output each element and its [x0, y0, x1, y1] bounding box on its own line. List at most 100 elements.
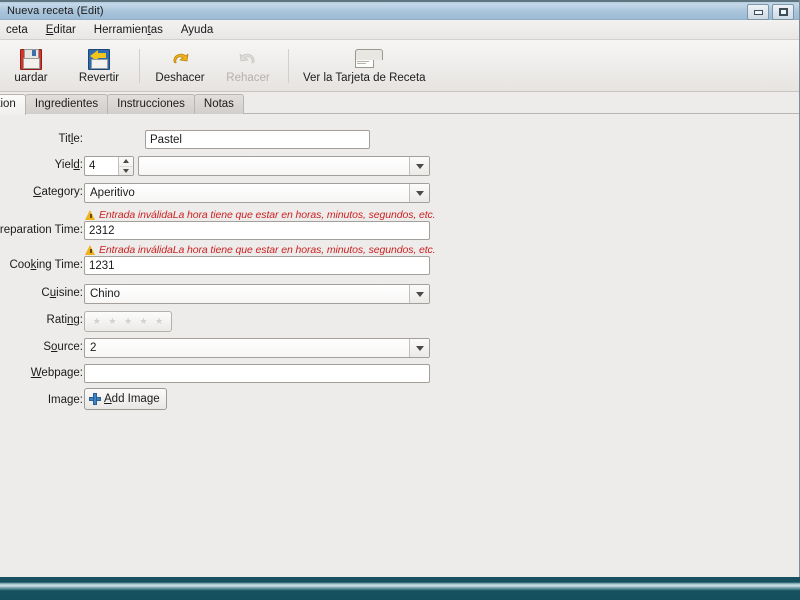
add-image-label: Add Image: [104, 393, 160, 405]
rating-label-wrap: Rating:: [0, 314, 83, 326]
cuisine-label: Cuisine:: [41, 287, 83, 299]
cooking-time-label-wrap: Cooking Time:: [0, 259, 83, 271]
chevron-down-icon: [415, 291, 424, 297]
undo-icon: [169, 48, 191, 70]
recipe-card-icon: [353, 48, 384, 70]
warning-icon: [85, 210, 96, 220]
menubar: ceta Editar Herramientas Ayuda: [0, 20, 799, 40]
cooking-time-input[interactable]: [84, 256, 430, 275]
yield-unit-dropdown-button[interactable]: [409, 157, 429, 175]
rating-star-1[interactable]: ★: [93, 317, 101, 326]
desktop-taskbar-strip: [0, 577, 800, 600]
save-icon: [20, 48, 42, 70]
yield-label-wrap: Yield:: [0, 159, 83, 171]
webpage-label-wrap: Webpage:: [0, 367, 83, 379]
preparation-time-label-wrap: Preparation Time:: [0, 224, 83, 236]
source-value: 2: [90, 342, 97, 354]
tab-strip: scription Ingredientes Instrucciones Not…: [0, 92, 799, 115]
recipe-editor-window: Nueva receta (Edit) ceta Editar Herramie…: [0, 0, 800, 578]
category-label-wrap: Category:: [0, 186, 83, 198]
webpage-label: Webpage:: [30, 367, 83, 379]
toolbar-redo-label: Rehacer: [226, 71, 270, 84]
image-label: Image:: [47, 394, 83, 406]
window-controls: [747, 4, 794, 20]
title-label: Title:: [58, 133, 83, 145]
tab-instrucciones[interactable]: Instrucciones: [107, 94, 195, 114]
rating-star-3[interactable]: ★: [124, 317, 132, 326]
window-titlebar[interactable]: Nueva receta (Edit): [0, 0, 799, 20]
cooking-time-error: Entrada inválidaLa hora tiene que estar …: [85, 244, 436, 256]
toolbar-revert-label: Revertir: [78, 71, 120, 84]
rating-label: Rating:: [46, 314, 83, 326]
rating-star-5[interactable]: ★: [155, 317, 163, 326]
toolbar-separator-1: [139, 48, 140, 83]
cooking-time-error-text: Entrada inválidaLa hora tiene que estar …: [99, 244, 436, 256]
tab-ingredientes[interactable]: Ingredientes: [24, 94, 109, 114]
minimize-button[interactable]: [747, 4, 769, 20]
warning-icon: [85, 245, 96, 255]
yield-stepper-buttons[interactable]: [118, 157, 133, 175]
category-label: Category:: [33, 186, 83, 198]
image-label-wrap: Image:: [0, 394, 83, 406]
toolbar-redo-button: Rehacer: [214, 46, 282, 86]
toolbar: uardar Revertir Deshacer Rehacer Ver la …: [0, 40, 799, 92]
chevron-down-icon: [415, 345, 424, 351]
toolbar-view-recipe-card-label: Ver la Tarjeta de Receta: [303, 71, 426, 84]
category-value: Aperitivo: [90, 187, 135, 199]
menu-ayuda[interactable]: Ayuda: [172, 22, 222, 38]
toolbar-separator-2: [288, 48, 289, 83]
desktop-background: Nueva receta (Edit) ceta Editar Herramie…: [0, 0, 800, 600]
cooking-time-label: Cooking Time:: [9, 259, 83, 271]
preparation-time-input[interactable]: [84, 221, 430, 240]
menu-receta[interactable]: ceta: [0, 22, 37, 38]
maximize-icon: [778, 8, 788, 16]
chevron-down-icon: [123, 168, 129, 173]
yield-amount-stepper[interactable]: 4: [84, 156, 134, 176]
description-form-panel: Title: Yield: 4 Category:: [0, 114, 799, 577]
rating-star-2[interactable]: ★: [108, 317, 116, 326]
tab-description[interactable]: scription: [0, 94, 26, 115]
toolbar-save-label: uardar: [14, 71, 48, 84]
cuisine-label-wrap: Cuisine:: [0, 287, 83, 299]
cuisine-value: Chino: [90, 288, 121, 300]
rating-stars-widget[interactable]: ★ ★ ★ ★ ★: [84, 311, 172, 332]
yield-decrement-button[interactable]: [119, 167, 133, 176]
title-input[interactable]: [145, 130, 370, 149]
revert-icon: [88, 48, 110, 70]
toolbar-save-button[interactable]: uardar: [0, 46, 65, 86]
plus-icon: [89, 393, 101, 405]
source-label-wrap: Source:: [0, 341, 83, 353]
add-image-button[interactable]: Add Image: [84, 388, 167, 410]
toolbar-view-recipe-card-button[interactable]: Ver la Tarjeta de Receta: [295, 46, 434, 86]
toolbar-undo-button[interactable]: Deshacer: [146, 46, 214, 86]
preparation-time-error-text: Entrada inválidaLa hora tiene que estar …: [99, 209, 436, 221]
menu-editar[interactable]: Editar: [37, 22, 85, 38]
source-dropdown-button[interactable]: [409, 339, 429, 357]
category-dropdown-button[interactable]: [409, 184, 429, 202]
chevron-up-icon: [123, 159, 129, 164]
cuisine-dropdown-button[interactable]: [409, 285, 429, 303]
yield-amount-value: 4: [89, 160, 96, 172]
chevron-down-icon: [415, 163, 424, 169]
maximize-button[interactable]: [772, 4, 794, 20]
preparation-time-label: Preparation Time:: [0, 224, 83, 236]
cuisine-combobox[interactable]: Chino: [84, 284, 430, 304]
webpage-input[interactable]: [84, 364, 430, 383]
preparation-time-error: Entrada inválidaLa hora tiene que estar …: [85, 209, 436, 221]
chevron-down-icon: [415, 190, 424, 196]
yield-label: Yield:: [54, 159, 83, 171]
tab-notas[interactable]: Notas: [193, 94, 244, 114]
category-combobox[interactable]: Aperitivo: [84, 183, 430, 203]
source-label: Source:: [43, 341, 83, 353]
yield-unit-combobox[interactable]: [138, 156, 430, 176]
toolbar-undo-label: Deshacer: [155, 71, 205, 84]
redo-icon: [237, 48, 259, 70]
window-title: Nueva receta (Edit): [7, 4, 104, 17]
title-label-wrap: Title:: [0, 133, 83, 145]
yield-increment-button[interactable]: [119, 157, 133, 167]
source-combobox[interactable]: 2: [84, 338, 430, 358]
toolbar-revert-button[interactable]: Revertir: [65, 46, 133, 86]
menu-herramientas[interactable]: Herramientas: [85, 22, 172, 38]
minimize-icon: [753, 9, 763, 15]
rating-star-4[interactable]: ★: [140, 317, 148, 326]
